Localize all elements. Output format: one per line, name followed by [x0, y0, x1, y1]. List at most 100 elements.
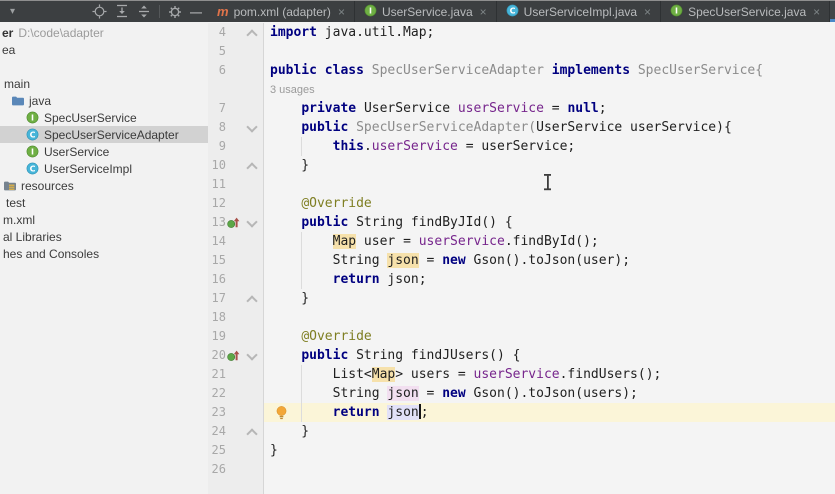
fold-end-icon[interactable]: [246, 162, 257, 173]
line-number: 25: [208, 441, 226, 460]
tab-close-icon[interactable]: ×: [338, 5, 345, 19]
code-text[interactable]: List<Map> users = userService.findUsers(…: [264, 365, 835, 384]
tree-item-resources[interactable]: resources: [0, 177, 208, 194]
svg-text:C: C: [30, 130, 36, 139]
code-line-4[interactable]: 4 import java.util.Map;: [208, 23, 835, 42]
project-dropdown-caret-icon[interactable]: ▾: [10, 6, 15, 17]
code-token: }: [270, 291, 309, 306]
tree-item-userservice[interactable]: IUserService: [0, 143, 208, 160]
code-text[interactable]: private UserService userService = null;: [264, 99, 835, 118]
tree-item-m-xml[interactable]: m.xml: [0, 211, 208, 228]
code-line-9[interactable]: 9 this.userService = userService;: [208, 137, 835, 156]
code-line-10[interactable]: 10 }: [208, 156, 835, 175]
code-token: SpecUserService{: [638, 63, 763, 78]
code-line-15[interactable]: 15 String json = new Gson().toJson(user)…: [208, 251, 835, 270]
gutter: 13: [208, 213, 264, 232]
usages-hint[interactable]: 3 usages: [270, 84, 315, 96]
code-line-18[interactable]: 18: [208, 308, 835, 327]
code-text[interactable]: public class SpecUserServiceAdapter impl…: [264, 61, 835, 80]
tree-item-specuserserviceadapter[interactable]: CSpecUserServiceAdapter: [0, 126, 208, 143]
fold-collapse-icon[interactable]: [246, 121, 257, 132]
tree-item-er[interactable]: erD:\code\adapter: [0, 24, 208, 41]
code-line-13[interactable]: 13 public String findByJId() {: [208, 213, 835, 232]
implements-method-gutter-icon[interactable]: [226, 346, 239, 365]
tab-close-icon[interactable]: ×: [644, 5, 651, 19]
code-text[interactable]: }: [264, 422, 835, 441]
expand-all-icon[interactable]: [115, 4, 129, 19]
code-line-17[interactable]: 17 }: [208, 289, 835, 308]
line-number: 22: [208, 384, 226, 403]
collapse-all-icon[interactable]: [137, 4, 151, 19]
code-text[interactable]: public String findJUsers() {: [264, 346, 835, 365]
tab-pom-xml-adapter[interactable]: mpom.xml (adapter)×: [208, 1, 355, 22]
code-line-8[interactable]: 8 public SpecUserServiceAdapter(UserServ…: [208, 118, 835, 137]
fold-column: [239, 384, 263, 403]
fold-column: [239, 422, 263, 441]
tree-item-al-libraries[interactable]: al Libraries: [0, 228, 208, 245]
code-text[interactable]: String json = new Gson().toJson(user);: [264, 251, 835, 270]
tree-item-java[interactable]: java: [0, 92, 208, 109]
code-text[interactable]: @Override: [264, 194, 835, 213]
fold-end-icon[interactable]: [246, 29, 257, 40]
inline-hint-row[interactable]: 3 usages: [208, 80, 835, 99]
code-editor[interactable]: 4 import java.util.Map;56public class Spe…: [208, 22, 835, 494]
tree-item-main[interactable]: main: [0, 75, 208, 92]
code-text[interactable]: this.userService = userService;: [264, 137, 835, 156]
code-text[interactable]: public SpecUserServiceAdapter(UserServic…: [264, 118, 835, 137]
code-text[interactable]: [264, 308, 835, 327]
code-text[interactable]: public String findByJId() {: [264, 213, 835, 232]
code-token: .findUsers();: [560, 367, 662, 382]
code-text[interactable]: import java.util.Map;: [264, 23, 835, 42]
code-line-6[interactable]: 6public class SpecUserServiceAdapter imp…: [208, 61, 835, 80]
code-line-20[interactable]: 20 public String findJUsers() {: [208, 346, 835, 365]
code-text[interactable]: [264, 42, 835, 61]
fold-collapse-icon[interactable]: [246, 216, 257, 227]
code-text[interactable]: }: [264, 289, 835, 308]
tree-item-ea[interactable]: ea: [0, 41, 208, 58]
tab-userserviceimpl-java[interactable]: CUserServiceImpl.java×: [497, 1, 661, 22]
gutter-icon-slot: [226, 23, 239, 42]
tab-userservice-java[interactable]: IUserService.java×: [355, 1, 497, 22]
code-text[interactable]: return json;: [264, 270, 835, 289]
fold-end-icon[interactable]: [246, 428, 257, 439]
fold-end-icon[interactable]: [246, 295, 257, 306]
code-text[interactable]: [264, 460, 835, 479]
code-line-22[interactable]: 22 String json = new Gson().toJson(users…: [208, 384, 835, 403]
code-text[interactable]: @Override: [264, 327, 835, 346]
tree-item-userserviceimpl[interactable]: CUserServiceImpl: [0, 160, 208, 177]
code-text[interactable]: 3 usages: [264, 80, 835, 99]
tree-item-specuserservice[interactable]: ISpecUserService: [0, 109, 208, 126]
code-line-5[interactable]: 5: [208, 42, 835, 61]
code-text[interactable]: }: [264, 441, 835, 460]
code-line-14[interactable]: 14 Map user = userService.findById();: [208, 232, 835, 251]
code-text[interactable]: String json = new Gson().toJson(users);: [264, 384, 835, 403]
line-number: 4: [208, 23, 226, 42]
code-line-19[interactable]: 19 @Override: [208, 327, 835, 346]
code-line-11[interactable]: 11: [208, 175, 835, 194]
tree-item-test[interactable]: test: [0, 194, 208, 211]
code-line-21[interactable]: 21 List<Map> users = userService.findUse…: [208, 365, 835, 384]
code-line-7[interactable]: 7 private UserService userService = null…: [208, 99, 835, 118]
tree-item-hes-and-consoles[interactable]: hes and Consoles: [0, 245, 208, 262]
code-line-25[interactable]: 25}: [208, 441, 835, 460]
fold-collapse-icon[interactable]: [246, 349, 257, 360]
tab-specuserservice[interactable]: CSpecUserService: [830, 1, 835, 22]
code-text[interactable]: }: [264, 156, 835, 175]
tab-close-icon[interactable]: ×: [813, 5, 820, 19]
gutter-icon-slot: [226, 384, 239, 403]
code-text[interactable]: [264, 479, 835, 494]
tab-close-icon[interactable]: ×: [480, 5, 487, 19]
code-line-12[interactable]: 12 @Override: [208, 194, 835, 213]
hide-panel-icon[interactable]: —: [190, 7, 202, 17]
tab-specuserservice-java[interactable]: ISpecUserService.java×: [661, 1, 830, 22]
code-text[interactable]: return json;: [264, 403, 835, 422]
locate-target-icon[interactable]: [92, 4, 107, 19]
code-line-23[interactable]: 23 return json;: [208, 403, 835, 422]
code-line-24[interactable]: 24 }: [208, 422, 835, 441]
implements-method-gutter-icon[interactable]: [226, 213, 239, 232]
code-line-26[interactable]: 26: [208, 460, 835, 479]
code-text[interactable]: Map user = userService.findById();: [264, 232, 835, 251]
settings-gear-icon[interactable]: [168, 5, 182, 19]
code-line-16[interactable]: 16 return json;: [208, 270, 835, 289]
gutter: 8: [208, 118, 264, 137]
